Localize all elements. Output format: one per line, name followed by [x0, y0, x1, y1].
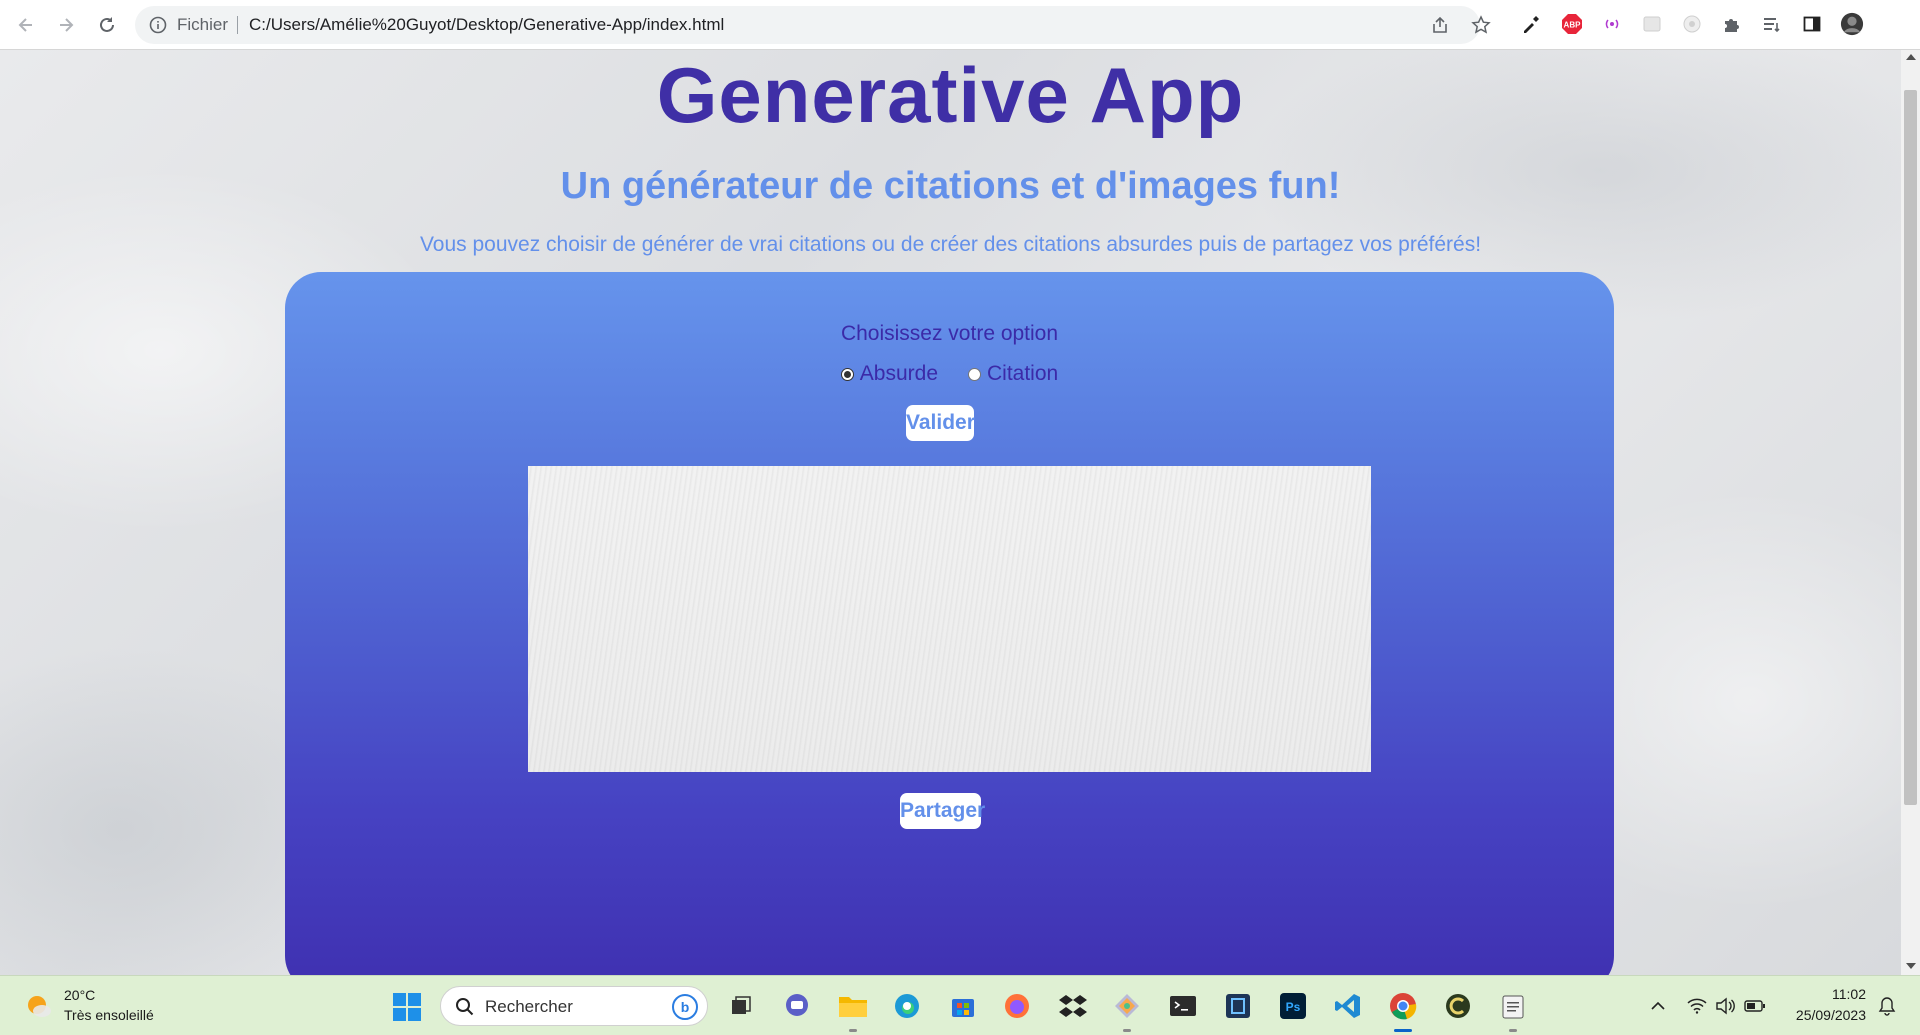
option-citation-label: Citation	[987, 362, 1059, 385]
url-text[interactable]: C:/Users/Amélie%20Guyot/Desktop/Generati…	[249, 6, 724, 44]
radio-absurde[interactable]	[840, 367, 854, 381]
chrome-icon[interactable]	[1386, 989, 1420, 1032]
adblock-plus-icon[interactable]: ABP	[1560, 12, 1584, 36]
share-icon[interactable]	[1430, 15, 1450, 35]
battery-icon[interactable]	[1744, 995, 1766, 1017]
app-icon[interactable]	[1221, 989, 1255, 1023]
generated-image-area	[528, 466, 1371, 772]
option-absurde[interactable]: Absurde	[840, 362, 938, 386]
radio-citation[interactable]	[968, 367, 981, 381]
bookmark-star-icon[interactable]	[1471, 15, 1491, 35]
bing-icon[interactable]: b	[671, 993, 699, 1021]
svg-text:b: b	[681, 999, 690, 1015]
app-c-icon[interactable]	[1441, 989, 1475, 1023]
option-citation[interactable]: Citation	[968, 362, 1058, 386]
volume-icon[interactable]	[1714, 995, 1736, 1017]
forward-arrow-icon	[60, 18, 74, 32]
running-indicator	[1123, 1029, 1131, 1032]
clock-date[interactable]: 25/09/2023	[1780, 1007, 1866, 1023]
option-title: Choisissez votre option	[840, 322, 1059, 345]
chat-icon[interactable]	[780, 989, 814, 1023]
page-scrollbar[interactable]	[1901, 50, 1920, 975]
side-panel-icon[interactable]	[1800, 12, 1824, 36]
weather-description[interactable]: Très ensoleillé	[64, 1007, 154, 1023]
browser-toolbar: Fichier C:/Users/Amélie%20Guyot/Desktop/…	[0, 0, 1920, 50]
page-description: Vous pouvez choisir de générer de vrai c…	[419, 233, 1482, 256]
dropbox-icon[interactable]	[1056, 989, 1090, 1023]
running-indicator	[849, 1029, 857, 1032]
store-icon[interactable]	[946, 989, 980, 1023]
scroll-thumb[interactable]	[1904, 90, 1917, 805]
puzzle-icon[interactable]	[1720, 12, 1744, 36]
notepad-icon[interactable]	[1496, 989, 1530, 1032]
terminal-icon[interactable]	[1166, 989, 1200, 1023]
info-icon[interactable]	[149, 16, 167, 34]
firefox-icon[interactable]	[1000, 989, 1034, 1023]
notification-bell-icon[interactable]	[1876, 995, 1898, 1017]
forward-button[interactable]	[52, 11, 80, 39]
search-icon	[456, 998, 474, 1016]
windows-start-icon[interactable]	[392, 992, 422, 1022]
running-indicator	[1509, 1029, 1517, 1032]
weather-temperature[interactable]: 20°C	[64, 987, 95, 1003]
chevron-up-icon[interactable]	[1647, 995, 1669, 1017]
scroll-up-arrow-icon[interactable]	[1906, 54, 1916, 60]
reload-icon	[100, 17, 114, 32]
scroll-down-arrow-icon[interactable]	[1906, 963, 1916, 969]
gitkraken-icon[interactable]	[1110, 989, 1144, 1032]
profile-avatar[interactable]	[1840, 12, 1864, 36]
validate-button[interactable]: Valider	[906, 405, 975, 441]
back-arrow-icon	[18, 18, 32, 32]
address-bar[interactable]: Fichier C:/Users/Amélie%20Guyot/Desktop/…	[135, 6, 1491, 44]
clock-time[interactable]: 11:02	[1790, 986, 1866, 1002]
eyedropper-icon[interactable]	[1519, 12, 1543, 36]
omnibox-divider	[237, 16, 238, 34]
task-view-icon[interactable]	[724, 989, 758, 1023]
share-button[interactable]: Partager	[900, 793, 985, 829]
wifi-icon[interactable]	[1686, 995, 1708, 1017]
page-subtitle: Un générateur de citations et d'images f…	[560, 165, 1341, 207]
file-explorer-icon[interactable]	[836, 989, 870, 1032]
active-indicator	[1394, 1029, 1412, 1032]
adblock-label: ABP	[1564, 21, 1582, 30]
edge-icon[interactable]	[890, 989, 924, 1023]
generator-panel: Choisissez votre option Absurde Citation…	[285, 272, 1614, 975]
search-placeholder: Rechercher	[485, 997, 573, 1016]
vscode-icon[interactable]	[1331, 989, 1365, 1023]
option-absurde-label: Absurde	[859, 362, 938, 385]
photoshop-icon[interactable]: Ps	[1276, 989, 1310, 1023]
svg-text:Ps: Ps	[1286, 1000, 1301, 1014]
scheme-label: Fichier	[177, 15, 229, 34]
weather-sun-icon[interactable]	[24, 991, 54, 1021]
reload-button[interactable]	[93, 11, 121, 39]
extension-blank-icon[interactable]	[1640, 12, 1664, 36]
windows-taskbar: 20°C Très ensoleillé Rechercher b Ps 11:…	[0, 975, 1920, 1035]
broadcast-icon[interactable]	[1600, 12, 1624, 36]
extension-circle-icon[interactable]	[1680, 12, 1704, 36]
reading-list-icon[interactable]	[1760, 12, 1784, 36]
page-title: Generative App	[656, 51, 1245, 139]
option-radio-group: Absurde Citation	[285, 362, 1614, 386]
taskbar-search[interactable]: Rechercher b	[440, 986, 708, 1026]
back-button[interactable]	[12, 11, 40, 39]
page-viewport: Generative App Un générateur de citation…	[0, 50, 1901, 975]
